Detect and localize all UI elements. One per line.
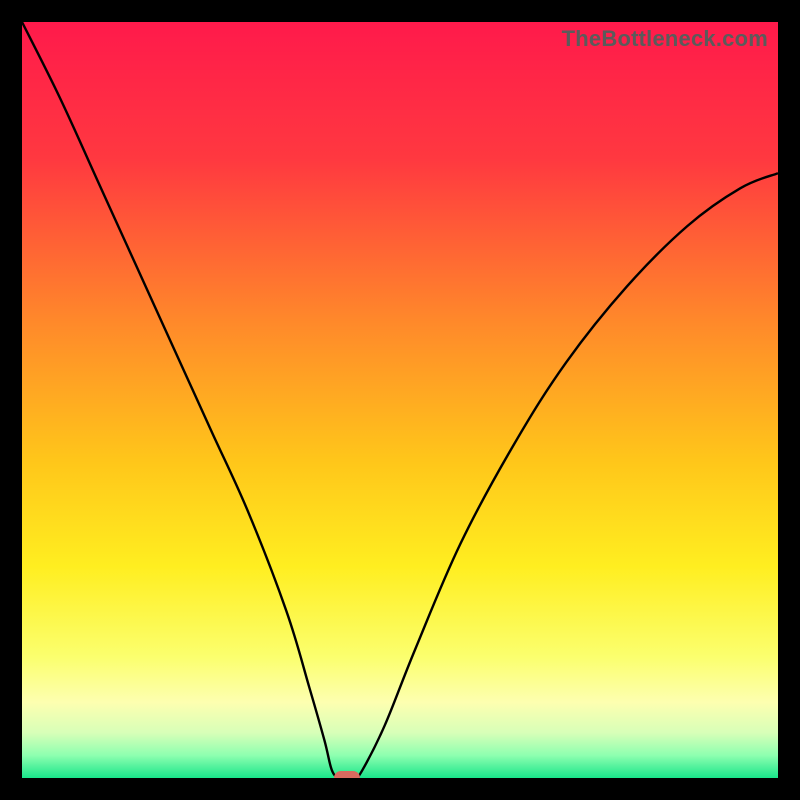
bottleneck-curve [22,22,778,778]
plot-area: TheBottleneck.com [22,22,778,778]
watermark-text: TheBottleneck.com [562,26,768,52]
optimal-marker [334,771,360,778]
chart-frame: TheBottleneck.com [0,0,800,800]
